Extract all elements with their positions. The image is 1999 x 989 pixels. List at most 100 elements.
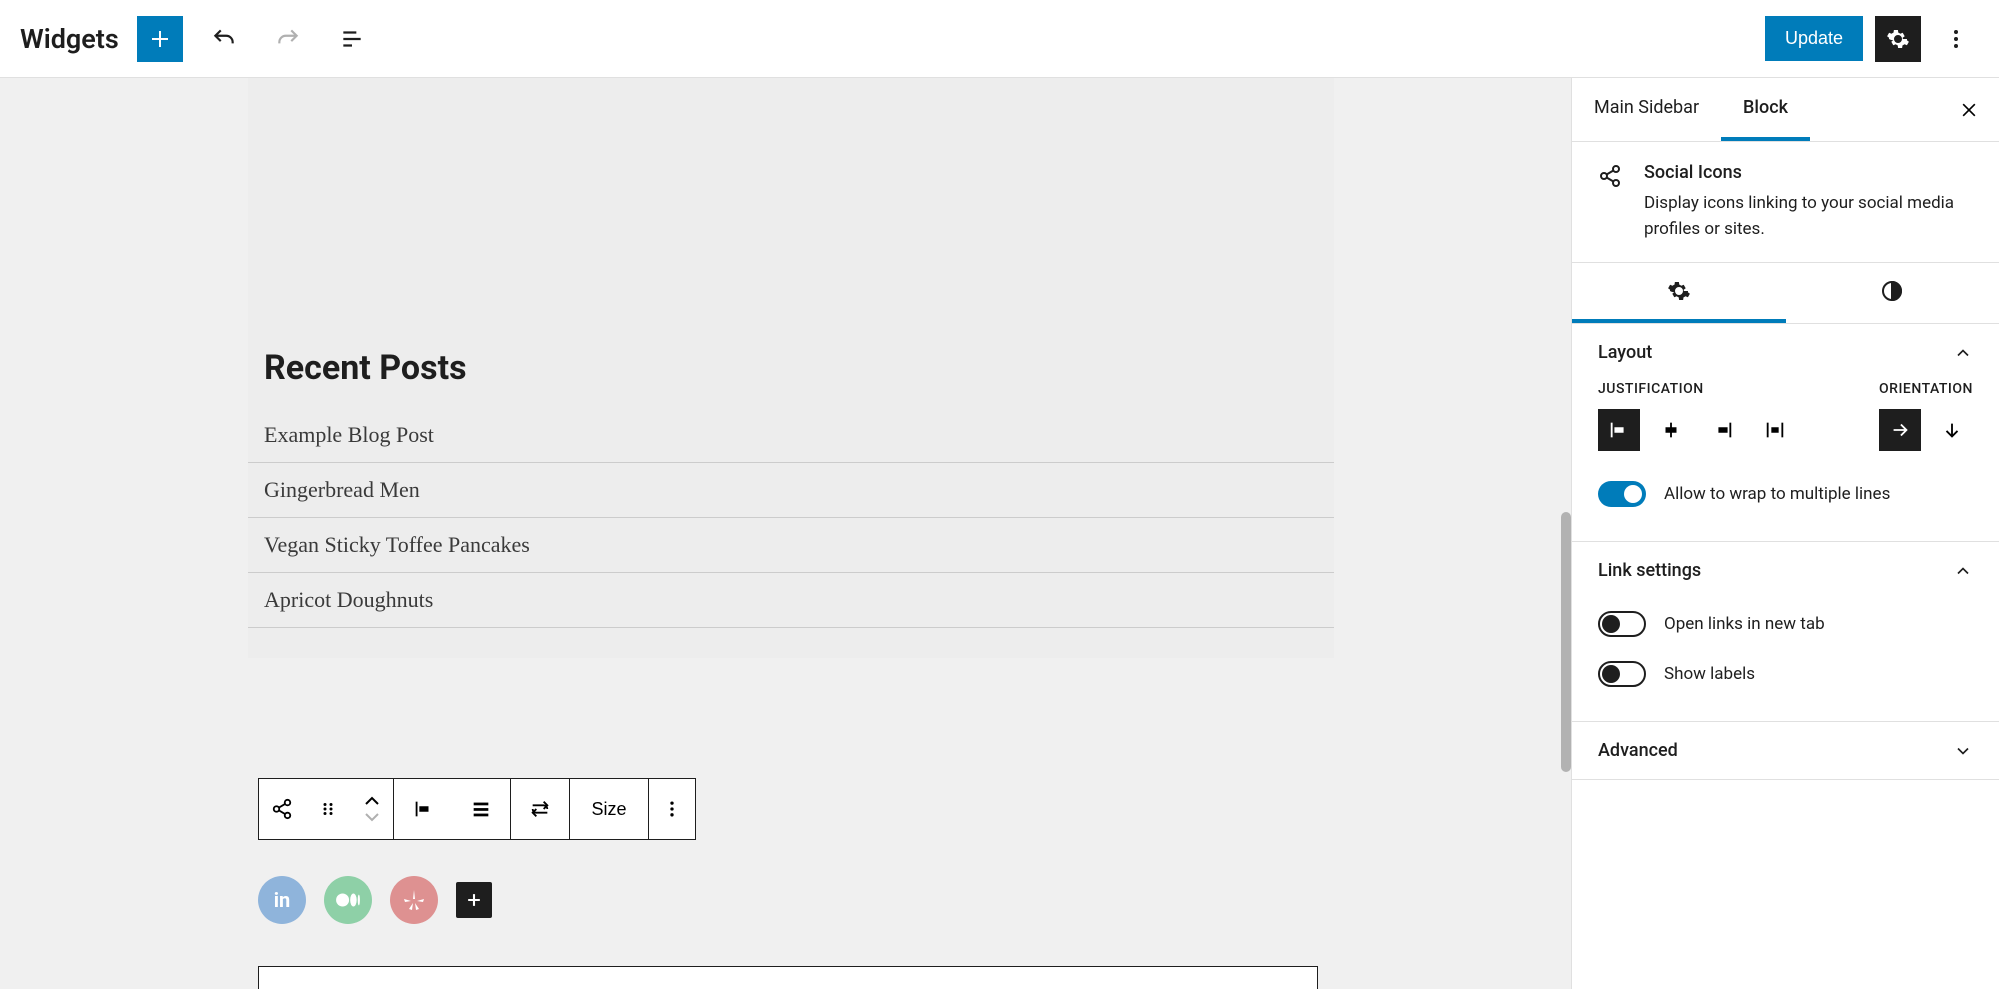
inspector-icon-tabs [1572, 263, 1999, 324]
arrow-right-icon [1889, 419, 1911, 441]
align-icon [470, 798, 492, 820]
social-icons-block[interactable]: in [258, 876, 492, 924]
list-view-icon [339, 26, 365, 52]
justify-between-icon [1764, 419, 1786, 441]
update-button[interactable]: Update [1765, 16, 1863, 61]
add-block-button[interactable] [137, 16, 183, 62]
settings-sidebar: Main Sidebar Block Social Icons Display … [1571, 78, 1999, 989]
header-right: Update [1765, 16, 1979, 62]
post-item[interactable]: Example Blog Post [248, 408, 1334, 463]
gear-icon [1667, 279, 1691, 303]
drag-handle[interactable] [305, 779, 351, 839]
layout-panel: Layout JUSTIFICATION [1572, 324, 1999, 542]
link-settings-panel-header[interactable]: Link settings [1572, 542, 1999, 599]
kebab-icon [662, 799, 682, 819]
close-sidebar-button[interactable] [1951, 92, 1987, 128]
chevron-up-icon [364, 796, 380, 806]
settings-tab[interactable] [1572, 263, 1786, 323]
tab-block[interactable]: Block [1721, 78, 1810, 141]
share-icon [1598, 164, 1622, 188]
editor-canvas[interactable]: Recent Posts Example Blog Post Gingerbre… [0, 78, 1571, 989]
redo-icon [275, 26, 301, 52]
show-labels-label: Show labels [1664, 664, 1755, 684]
layout-panel-header[interactable]: Layout [1572, 324, 1999, 381]
chevron-up-icon [1953, 561, 1973, 581]
block-type-button[interactable] [259, 779, 305, 839]
justify-right-button[interactable] [1702, 409, 1744, 451]
widget-area: Recent Posts Example Blog Post Gingerbre… [248, 78, 1334, 658]
settings-button[interactable] [1875, 16, 1921, 62]
medium-icon[interactable] [324, 876, 372, 924]
orientation-horizontal-button[interactable] [1879, 409, 1921, 451]
medium-logo-icon [335, 887, 361, 913]
close-icon [1959, 100, 1979, 120]
sidebar-tabs: Main Sidebar Block [1572, 78, 1999, 142]
plus-icon [464, 890, 484, 910]
more-options-button[interactable] [1933, 16, 1979, 62]
share-icon [271, 798, 293, 820]
kebab-icon [1944, 27, 1968, 51]
justify-left-icon [412, 798, 434, 820]
drag-icon [319, 800, 337, 818]
header-left: Widgets [20, 16, 375, 62]
justification-label: JUSTIFICATION [1598, 381, 1796, 397]
post-item[interactable]: Gingerbread Men [248, 463, 1334, 518]
justify-items-button[interactable] [394, 779, 452, 839]
yelp-icon[interactable] [390, 876, 438, 924]
chevron-down-icon [1953, 741, 1973, 761]
orientation-vertical-button[interactable] [1931, 409, 1973, 451]
page-title: Widgets [20, 23, 119, 55]
wrap-toggle[interactable] [1598, 481, 1646, 507]
link-settings-panel: Link settings Open links in new tab Show… [1572, 542, 1999, 722]
editor-header: Widgets Update [0, 0, 1999, 78]
move-up-button[interactable] [364, 796, 380, 806]
scrollbar-thumb[interactable] [1561, 512, 1571, 772]
recent-posts-list: Example Blog Post Gingerbread Men Vegan … [248, 408, 1334, 628]
block-options-button[interactable] [649, 779, 695, 839]
recent-posts-heading: Recent Posts [248, 348, 1334, 408]
chevron-up-icon [1953, 343, 1973, 363]
post-item[interactable]: Apricot Doughnuts [248, 573, 1334, 628]
tab-main-sidebar[interactable]: Main Sidebar [1572, 78, 1721, 141]
undo-icon [211, 26, 237, 52]
advanced-panel: Advanced [1572, 722, 1999, 780]
justify-space-between-button[interactable] [1754, 409, 1796, 451]
panel-title: Layout [1598, 342, 1652, 363]
justify-left-icon [1608, 419, 1630, 441]
plus-icon [776, 985, 800, 989]
justify-center-button[interactable] [1650, 409, 1692, 451]
block-toolbar: Size [258, 778, 696, 840]
size-button[interactable]: Size [570, 779, 648, 839]
panel-title: Advanced [1598, 740, 1678, 761]
add-block-placeholder[interactable] [258, 966, 1318, 989]
block-name: Social Icons [1644, 162, 1973, 183]
gear-icon [1886, 27, 1910, 51]
move-buttons [351, 796, 393, 822]
styles-tab[interactable] [1786, 263, 1999, 323]
yelp-logo-icon [402, 888, 426, 912]
post-item[interactable]: Vegan Sticky Toffee Pancakes [248, 518, 1334, 573]
open-new-tab-toggle[interactable] [1598, 611, 1646, 637]
chevron-down-icon [364, 812, 380, 822]
redo-button[interactable] [265, 16, 311, 62]
contrast-icon [1880, 279, 1904, 303]
block-info: Social Icons Display icons linking to yo… [1572, 142, 1999, 263]
panel-title: Link settings [1598, 560, 1701, 581]
justify-left-button[interactable] [1598, 409, 1640, 451]
arrow-down-icon [1941, 419, 1963, 441]
justify-center-icon [1660, 419, 1682, 441]
advanced-panel-header[interactable]: Advanced [1572, 722, 1999, 779]
wrap-toggle-label: Allow to wrap to multiple lines [1664, 484, 1890, 504]
plus-icon [148, 27, 172, 51]
undo-button[interactable] [201, 16, 247, 62]
align-button[interactable] [452, 779, 510, 839]
justify-right-icon [1712, 419, 1734, 441]
open-new-tab-label: Open links in new tab [1664, 614, 1825, 634]
add-social-icon-button[interactable] [456, 882, 492, 918]
show-labels-toggle[interactable] [1598, 661, 1646, 687]
move-down-button[interactable] [364, 812, 380, 822]
transform-button[interactable] [511, 779, 569, 839]
list-view-button[interactable] [329, 16, 375, 62]
orientation-label: ORIENTATION [1879, 381, 1973, 397]
linkedin-icon[interactable]: in [258, 876, 306, 924]
